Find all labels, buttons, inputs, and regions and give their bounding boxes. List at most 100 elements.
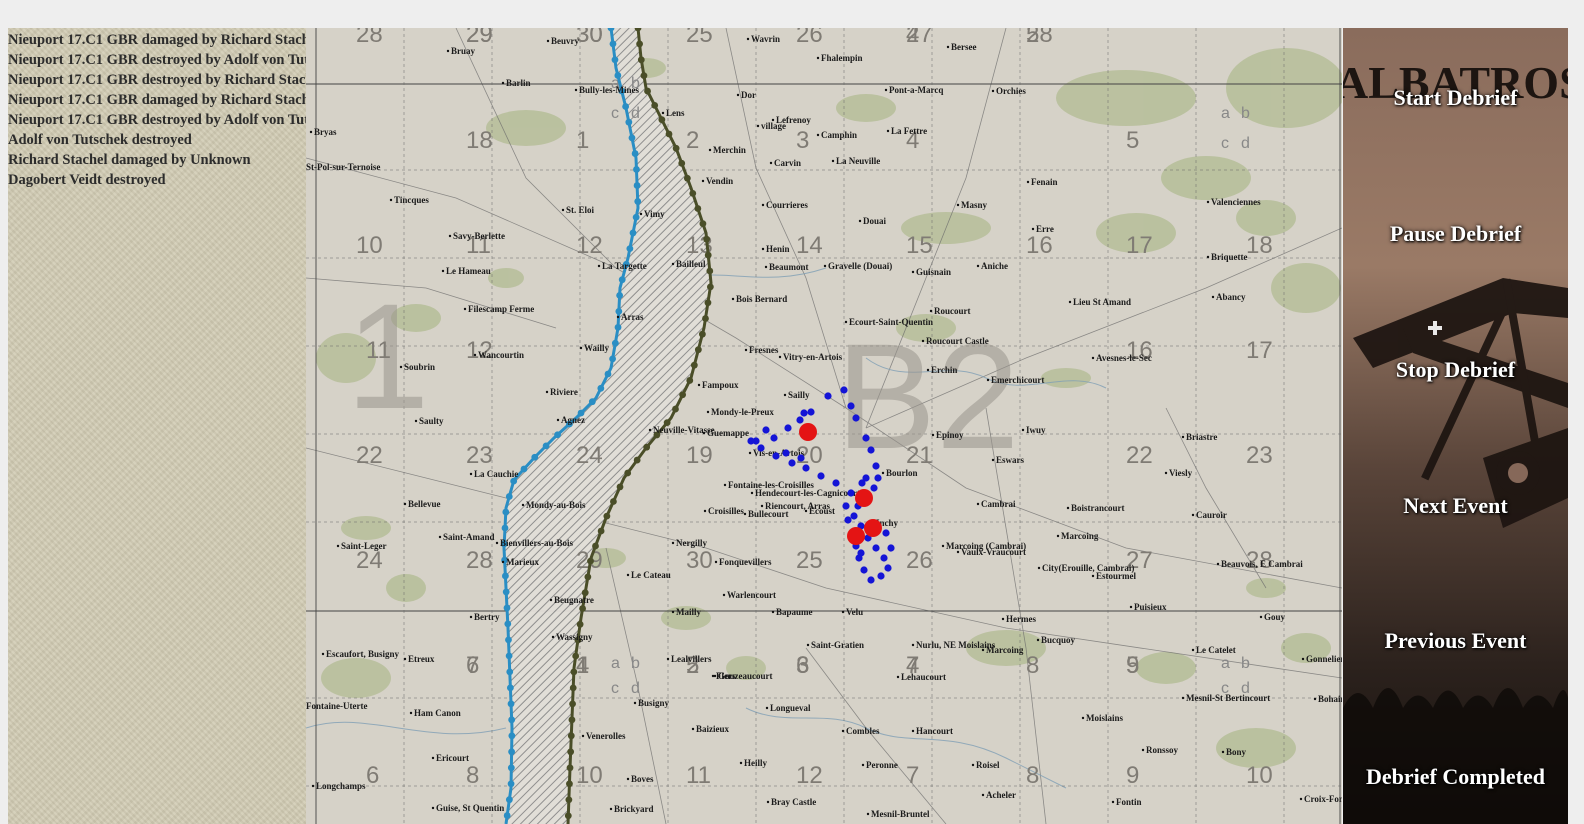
town-label: Emerchicourt <box>991 375 1044 385</box>
town-dot <box>946 45 950 49</box>
grid-number: 12 <box>796 762 823 789</box>
right-margin <box>1568 28 1584 824</box>
top-bar <box>0 0 1584 28</box>
map-canvas[interactable]: 1 B2 28 29 30 25 26 27 2810 11 12 13 14 15 16 17 1822 2… <box>306 28 1342 824</box>
front-marker <box>706 283 714 291</box>
grid-number: 12 <box>576 232 603 259</box>
front-marker <box>569 684 577 692</box>
front-marker <box>665 130 673 138</box>
town-label: Epinoy <box>936 430 964 440</box>
flight-path-point <box>832 479 840 487</box>
event-marker[interactable] <box>799 423 817 441</box>
town-label: Iwuy <box>1026 425 1046 435</box>
town-dot <box>1068 300 1072 304</box>
town-label: Lens <box>666 108 685 118</box>
pause-debrief-button[interactable]: Pause Debrief <box>1343 214 1568 254</box>
town-dot <box>764 265 768 269</box>
grid-number: 18 <box>1246 232 1273 259</box>
town-dot <box>1091 574 1095 578</box>
front-marker <box>614 323 622 331</box>
front-marker <box>505 652 513 660</box>
town-dot <box>778 355 782 359</box>
town-dot <box>1031 227 1035 231</box>
town-dot <box>431 806 435 810</box>
event-log-item: Nieuport 17.C1 GBR damaged by Richard St… <box>8 92 306 108</box>
front-marker <box>603 512 611 520</box>
event-log-item: Nieuport 17.C1 GBR destroyed by Richard … <box>8 72 306 88</box>
town-label: Pont-a-Marcq <box>889 85 943 95</box>
grid-number: 30 <box>576 28 603 48</box>
town-dot <box>403 657 407 661</box>
town-dot <box>756 124 760 128</box>
event-marker[interactable] <box>864 519 882 537</box>
flight-path-point <box>796 416 804 424</box>
town-label: Combles <box>846 726 880 736</box>
front-marker <box>505 493 513 500</box>
town-label: Busigny <box>638 698 670 708</box>
flight-path-point <box>807 408 815 416</box>
flight-path-point <box>784 424 792 432</box>
flight-path-point <box>797 454 805 462</box>
front-marker <box>508 748 516 756</box>
town-dot <box>976 502 980 506</box>
start-debrief-button[interactable]: Start Debrief <box>1343 78 1568 118</box>
front-marker <box>658 116 666 124</box>
town-label: Agnez <box>561 415 585 425</box>
town-label: La Targette <box>602 261 647 271</box>
town-dot <box>714 560 718 564</box>
town-dot <box>671 541 675 545</box>
next-event-button[interactable]: Next Event <box>1343 486 1568 526</box>
front-marker <box>569 700 576 708</box>
town-label: Acheler <box>986 790 1016 800</box>
town-label: Gravelle (Douai) <box>828 261 892 271</box>
front-marker <box>501 572 509 580</box>
town-dot <box>545 390 549 394</box>
event-marker[interactable] <box>855 489 873 507</box>
front-marker <box>505 796 513 804</box>
front-marker <box>625 118 633 126</box>
flight-path-point <box>852 414 860 422</box>
front-marker <box>683 174 691 182</box>
town-label: Briastre <box>1186 432 1217 442</box>
event-log-panel: Nieuport 17.C1 GBR damaged by Richard St… <box>8 28 306 824</box>
town-dot <box>1206 255 1210 259</box>
flight-path-point <box>858 479 866 487</box>
town-label: Masny <box>961 200 988 210</box>
town-label: Roucourt <box>934 306 971 316</box>
event-log-list: Nieuport 17.C1 GBR damaged by Richard St… <box>8 28 306 190</box>
town-label: Filescamp Ferme <box>468 304 534 314</box>
front-marker <box>643 443 651 451</box>
town-label: Aniche <box>981 261 1008 271</box>
town-dot <box>1081 716 1085 720</box>
event-log-item: Nieuport 17.C1 GBR damaged by Richard St… <box>8 32 306 48</box>
town-label: Roucourt Castle <box>926 336 989 346</box>
town-dot <box>1164 471 1168 475</box>
town-label: Lealvillers <box>671 654 712 664</box>
town-label: Ronssoy <box>1146 745 1179 755</box>
town-label: Barlin <box>506 78 531 88</box>
town-dot <box>941 544 945 548</box>
town-label: Douai <box>863 216 887 226</box>
previous-event-button[interactable]: Previous Event <box>1343 621 1568 661</box>
front-marker <box>507 700 515 708</box>
flight-path-point <box>747 437 755 445</box>
town-label: Boves <box>631 774 654 784</box>
flight-path-point <box>772 452 780 460</box>
town-dot <box>399 365 403 369</box>
debrief-completed-button[interactable]: Debrief Completed <box>1343 757 1568 797</box>
town-dot <box>1299 797 1303 801</box>
town-dot <box>639 212 643 216</box>
town-label: Heilly <box>744 758 767 768</box>
town-dot <box>1056 534 1060 538</box>
debrief-map[interactable]: 1 B2 28 29 30 25 26 27 28 10 11 12 13 14 15 16 17 18 22 2… <box>306 28 1342 824</box>
event-marker[interactable] <box>847 527 865 545</box>
town-dot <box>1091 356 1095 360</box>
grid-number: 28 <box>466 547 493 574</box>
town-dot <box>761 203 765 207</box>
town-dot <box>1001 617 1005 621</box>
town-label: Ecoust <box>809 506 835 516</box>
town-label: Erre <box>1036 224 1054 234</box>
town-label: Bornes <box>306 28 333 30</box>
stop-debrief-button[interactable]: Stop Debrief <box>1343 350 1568 390</box>
grid-number: 21 <box>906 442 933 469</box>
